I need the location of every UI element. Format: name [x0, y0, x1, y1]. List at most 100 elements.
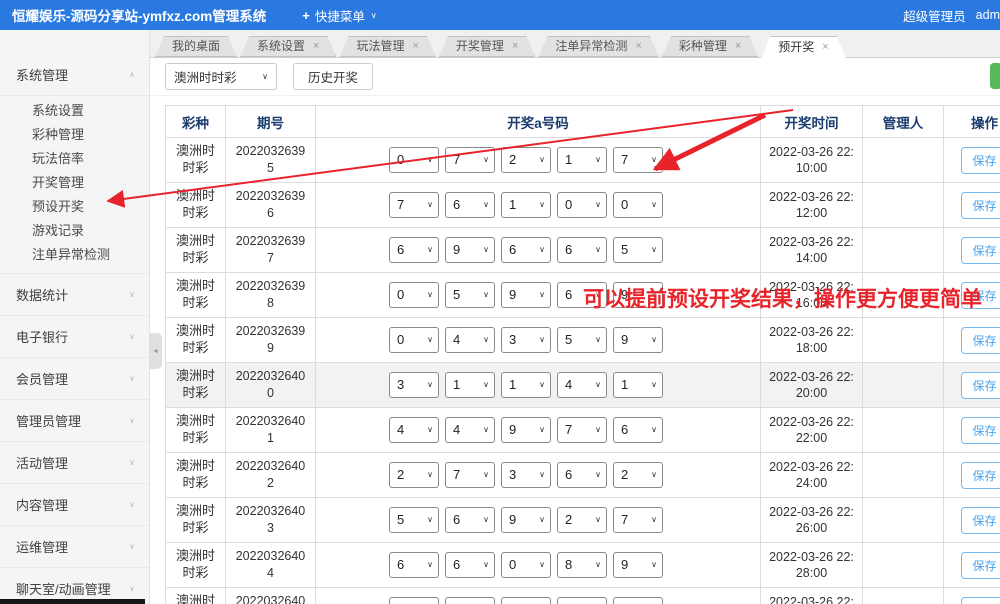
tab-彩种管理[interactable]: 彩种管理× [662, 36, 758, 57]
number-select[interactable]: 2∨ [557, 507, 607, 533]
number-select[interactable]: 7∨ [557, 417, 607, 443]
number-select[interactable]: 0∨ [613, 192, 663, 218]
number-select[interactable]: 6∨ [389, 237, 439, 263]
save-button[interactable]: 保存 [961, 597, 1000, 604]
sidebar-group-运维管理[interactable]: 运维管理∨ [0, 525, 149, 567]
number-select[interactable]: 2∨ [389, 462, 439, 488]
number-select[interactable]: 6∨ [501, 237, 551, 263]
save-button[interactable]: 保存 [961, 147, 1000, 174]
number-select[interactable]: 7∨ [445, 147, 495, 173]
number-select[interactable]: 4∨ [445, 327, 495, 353]
sidebar-collapse-handle[interactable]: ◄ [149, 333, 162, 369]
tab-玩法管理[interactable]: 玩法管理× [339, 36, 435, 57]
number-select[interactable]: 5∨ [445, 282, 495, 308]
close-icon[interactable]: × [512, 41, 518, 52]
number-select[interactable]: 7∨ [389, 192, 439, 218]
number-select[interactable]: 2∨ [501, 147, 551, 173]
number-select[interactable]: 6∨ [613, 417, 663, 443]
quick-menu-button[interactable]: + 快捷菜单 ∨ [302, 6, 376, 25]
tab-我的桌面[interactable]: 我的桌面 [155, 36, 237, 57]
sidebar-item-系统设置[interactable]: 系统设置 [0, 99, 149, 123]
number-select[interactable]: 3∨ [501, 462, 551, 488]
close-icon[interactable]: × [635, 41, 641, 52]
sidebar-group-会员管理[interactable]: 会员管理∨ [0, 357, 149, 399]
number-select[interactable]: 6∨ [557, 462, 607, 488]
tab-开奖管理[interactable]: 开奖管理× [439, 36, 535, 57]
number-select[interactable]: 6∨ [389, 552, 439, 578]
number-select[interactable]: 9∨ [501, 417, 551, 443]
number-select[interactable]: 9∨ [501, 507, 551, 533]
number-select[interactable]: 1∨ [445, 372, 495, 398]
number-select[interactable]: 9∨ [501, 282, 551, 308]
sidebar-item-注单异常检测[interactable]: 注单异常检测 [0, 243, 149, 267]
close-icon[interactable]: × [822, 42, 828, 53]
lottery-select[interactable]: 澳洲时时彩 ∨ [165, 63, 277, 90]
number-select[interactable]: 5∨ [557, 327, 607, 353]
sidebar-item-预设开奖[interactable]: 预设开奖 [0, 195, 149, 219]
sidebar-group-电子银行[interactable]: 电子银行∨ [0, 315, 149, 357]
number-select[interactable]: 9∨ [613, 282, 663, 308]
save-button[interactable]: 保存 [961, 327, 1000, 354]
save-button[interactable]: 保存 [961, 552, 1000, 579]
number-select[interactable]: 9∨ [613, 327, 663, 353]
sidebar-group-内容管理[interactable]: 内容管理∨ [0, 483, 149, 525]
save-button[interactable]: 保存 [961, 462, 1000, 489]
sidebar-group-管理员管理[interactable]: 管理员管理∨ [0, 399, 149, 441]
sidebar-item-游戏记录[interactable]: 游戏记录 [0, 219, 149, 243]
number-select[interactable]: 6∨ [445, 552, 495, 578]
number-select[interactable]: 1∨ [501, 372, 551, 398]
number-select[interactable]: 6∨ [557, 282, 607, 308]
number-select[interactable]: 1∨ [501, 597, 551, 604]
number-select[interactable]: 4∨ [389, 417, 439, 443]
number-select[interactable]: 6∨ [445, 507, 495, 533]
number-select[interactable]: 1∨ [501, 192, 551, 218]
number-select[interactable]: 2∨ [389, 597, 439, 604]
number-select[interactable]: 1∨ [613, 372, 663, 398]
sidebar-group-系统管理[interactable]: 系统管理∧ [0, 54, 149, 95]
number-select[interactable]: 5∨ [613, 237, 663, 263]
number-select[interactable]: 0∨ [389, 282, 439, 308]
number-select[interactable]: 0∨ [557, 192, 607, 218]
number-select[interactable]: 0∨ [389, 327, 439, 353]
number-select[interactable]: 4∨ [557, 372, 607, 398]
save-button[interactable]: 保存 [961, 372, 1000, 399]
close-icon[interactable]: × [735, 41, 741, 52]
save-button[interactable]: 保存 [961, 417, 1000, 444]
number-select[interactable]: 6∨ [445, 192, 495, 218]
tab-注单异常检测[interactable]: 注单异常检测× [538, 36, 658, 57]
number-select[interactable]: 3∨ [501, 327, 551, 353]
number-select[interactable]: 9∨ [613, 552, 663, 578]
number-select[interactable]: 9∨ [445, 237, 495, 263]
save-button[interactable]: 保存 [961, 282, 1000, 309]
number-select[interactable]: 7∨ [613, 507, 663, 533]
number-select[interactable]: 5∨ [389, 507, 439, 533]
save-button[interactable]: 保存 [961, 507, 1000, 534]
number-select[interactable]: 1∨ [557, 147, 607, 173]
number-select[interactable]: 2∨ [613, 462, 663, 488]
tab-系统设置[interactable]: 系统设置× [240, 36, 336, 57]
number-select[interactable]: 0∨ [613, 597, 663, 604]
number-select[interactable]: 7∨ [613, 147, 663, 173]
history-draw-button[interactable]: 历史开奖 [293, 63, 373, 90]
save-button[interactable]: 保存 [961, 192, 1000, 219]
number-select[interactable]: 0∨ [389, 147, 439, 173]
number-select[interactable]: 4∨ [445, 417, 495, 443]
number-select[interactable]: 4∨ [557, 597, 607, 604]
number-select[interactable]: 3∨ [389, 372, 439, 398]
close-icon[interactable]: × [313, 41, 319, 52]
save-button[interactable]: 保存 [961, 237, 1000, 264]
green-action-button[interactable] [990, 63, 1000, 89]
number-select[interactable]: 7∨ [445, 462, 495, 488]
tab-预开奖[interactable]: 预开奖× [761, 36, 845, 58]
close-icon[interactable]: × [412, 41, 418, 52]
user-area[interactable]: 超级管理员 adm [903, 6, 1000, 25]
sidebar-item-开奖管理[interactable]: 开奖管理 [0, 171, 149, 195]
number-select[interactable]: 2∨ [445, 597, 495, 604]
sidebar-group-数据统计[interactable]: 数据统计∨ [0, 273, 149, 315]
sidebar-item-彩种管理[interactable]: 彩种管理 [0, 123, 149, 147]
number-select[interactable]: 0∨ [501, 552, 551, 578]
sidebar-item-玩法倍率[interactable]: 玩法倍率 [0, 147, 149, 171]
sidebar-group-活动管理[interactable]: 活动管理∨ [0, 441, 149, 483]
number-select[interactable]: 8∨ [557, 552, 607, 578]
number-select[interactable]: 6∨ [557, 237, 607, 263]
